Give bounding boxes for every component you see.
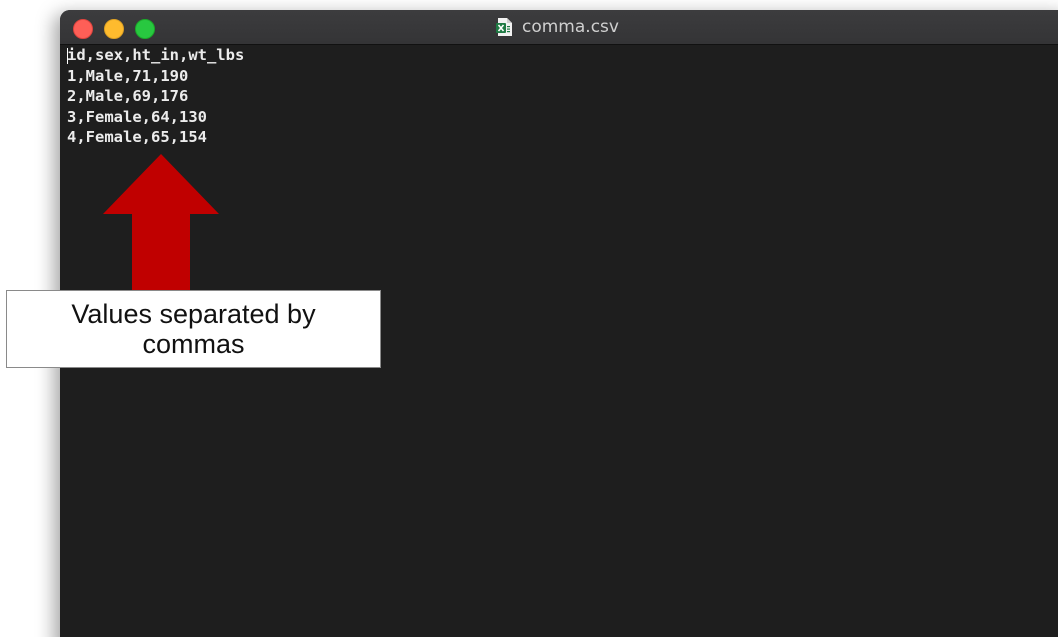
text-editor-content[interactable]: id,sex,ht_in,wt_lbs 1,Male,71,190 2,Male… bbox=[67, 45, 244, 148]
csv-line[interactable]: 4,Female,65,154 bbox=[67, 127, 244, 148]
window-title-group: comma.csv bbox=[496, 17, 619, 37]
screenshot-stage: comma.csv id,sex,ht_in,wt_lbs 1,Male,71,… bbox=[0, 0, 1058, 637]
close-window-button[interactable] bbox=[73, 19, 93, 39]
csv-line[interactable]: 1,Male,71,190 bbox=[67, 66, 244, 87]
annotation-text: Values separated by commas bbox=[71, 299, 316, 359]
text-cursor bbox=[67, 48, 68, 64]
csv-line[interactable]: 3,Female,64,130 bbox=[67, 107, 244, 128]
minimize-window-button[interactable] bbox=[104, 19, 124, 39]
csv-line[interactable]: 2,Male,69,176 bbox=[67, 86, 244, 107]
annotation-callout: Values separated by commas bbox=[6, 290, 381, 368]
up-arrow-icon bbox=[103, 154, 219, 294]
csv-line[interactable]: id,sex,ht_in,wt_lbs bbox=[67, 45, 244, 66]
maximize-window-button[interactable] bbox=[135, 19, 155, 39]
title-bar[interactable]: comma.csv bbox=[60, 10, 1058, 45]
window-title: comma.csv bbox=[522, 17, 619, 37]
excel-file-icon bbox=[496, 18, 512, 36]
